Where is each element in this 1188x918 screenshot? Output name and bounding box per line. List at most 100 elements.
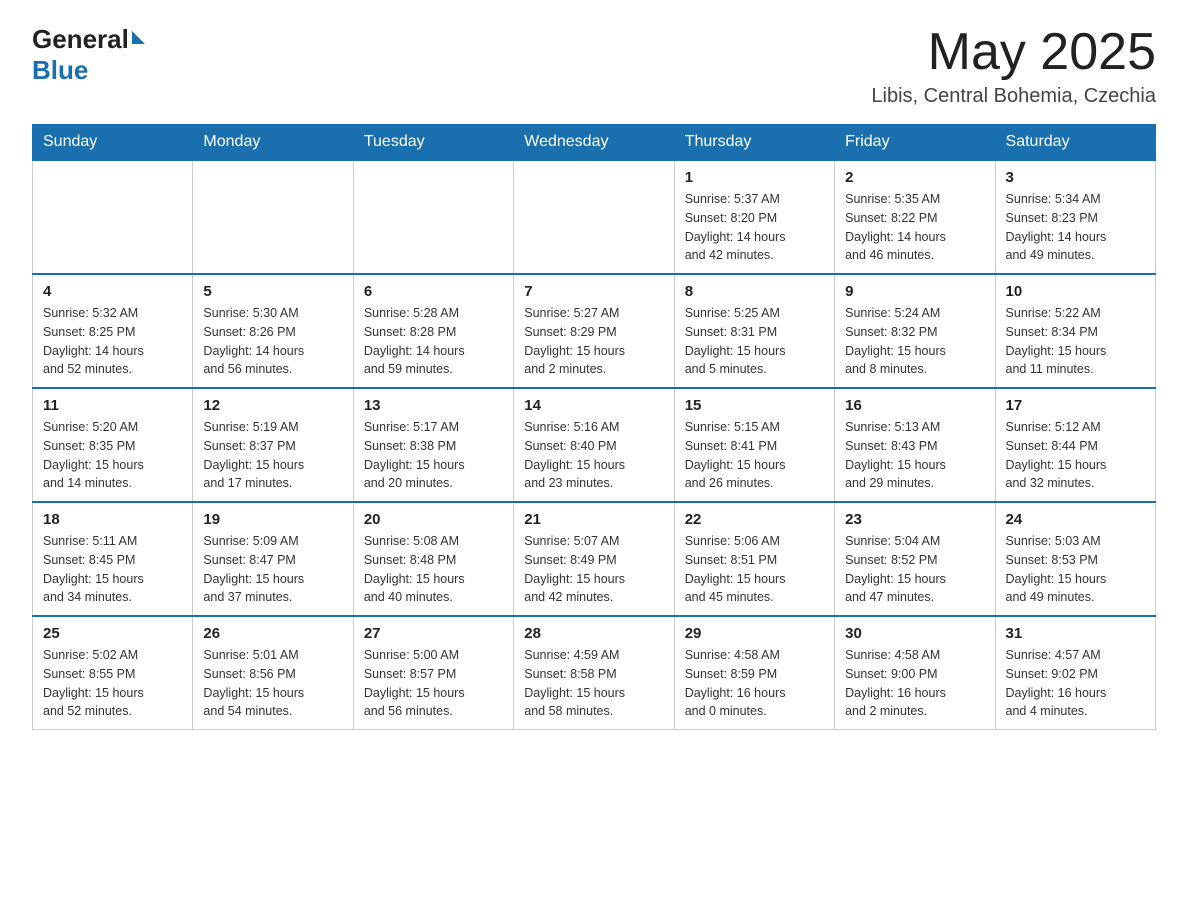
sun-info: Sunrise: 5:20 AM Sunset: 8:35 PM Dayligh… (43, 418, 182, 493)
calendar-day-cell: 2 Sunrise: 5:35 AM Sunset: 8:22 PM Daylig… (835, 160, 995, 274)
logo-general-text: General (32, 24, 129, 55)
location-text: Libis, Central Bohemia, Czechia (871, 85, 1156, 108)
calendar-day-cell: 13 Sunrise: 5:17 AM Sunset: 8:38 PM Dayli… (353, 388, 513, 502)
calendar-week-row: 4 Sunrise: 5:32 AM Sunset: 8:25 PM Daylig… (33, 274, 1156, 388)
day-number: 27 (364, 625, 503, 642)
day-number: 28 (524, 625, 663, 642)
day-number: 23 (845, 511, 984, 528)
calendar-day-cell: 26Sunrise: 5:01 AM Sunset: 8:56 PM Dayli… (193, 616, 353, 730)
sun-info: Sunrise: 5:34 AM Sunset: 8:23 PM Dayligh… (1006, 190, 1145, 265)
calendar-day-cell: 25 Sunrise: 5:02 AM Sunset: 8:55 PM Dayli… (33, 616, 193, 730)
sun-info: Sunrise: 5:16 AM Sunset: 8:40 PM Dayligh… (524, 418, 663, 493)
day-number: 10 (1006, 283, 1145, 300)
day-header-tuesday: Tuesday (353, 125, 513, 161)
calendar-day-cell: 8 Sunrise: 5:25 AM Sunset: 8:31 PM Daylig… (674, 274, 834, 388)
calendar-day-cell (353, 160, 513, 274)
sun-info: Sunrise: 5:30 AM Sunset: 8:26 PM Dayligh… (203, 304, 342, 379)
day-number: 12 (203, 397, 342, 414)
day-number: 8 (685, 283, 824, 300)
sun-info: Sunrise: 5:25 AM Sunset: 8:31 PM Dayligh… (685, 304, 824, 379)
day-header-friday: Friday (835, 125, 995, 161)
calendar-day-cell: 29 Sunrise: 4:58 AM Sunset: 8:59 PM Dayli… (674, 616, 834, 730)
calendar-day-cell: 7 Sunrise: 5:27 AM Sunset: 8:29 PM Daylig… (514, 274, 674, 388)
sun-info: Sunrise: 4:57 AM Sunset: 9:02 PM Dayligh… (1006, 646, 1145, 721)
day-number: 1 (685, 169, 824, 186)
sun-info: Sunrise: 5:15 AM Sunset: 8:41 PM Dayligh… (685, 418, 824, 493)
calendar-header-row: SundayMondayTuesdayWednesdayThursdayFrid… (33, 125, 1156, 161)
day-number: 20 (364, 511, 503, 528)
sun-info: Sunrise: 5:37 AM Sunset: 8:20 PM Dayligh… (685, 190, 824, 265)
month-title: May 2025 (871, 24, 1156, 81)
day-number: 7 (524, 283, 663, 300)
day-number: 3 (1006, 169, 1145, 186)
calendar-day-cell: 28 Sunrise: 4:59 AM Sunset: 8:58 PM Dayli… (514, 616, 674, 730)
calendar-week-row: 25 Sunrise: 5:02 AM Sunset: 8:55 PM Dayli… (33, 616, 1156, 730)
calendar-day-cell (514, 160, 674, 274)
day-number: 9 (845, 283, 984, 300)
sun-info: Sunrise: 5:35 AM Sunset: 8:22 PM Dayligh… (845, 190, 984, 265)
day-number: 15 (685, 397, 824, 414)
sun-info: Sunrise: 5:09 AM Sunset: 8:47 PM Dayligh… (203, 532, 342, 607)
day-number: 22 (685, 511, 824, 528)
calendar-day-cell: 23 Sunrise: 5:04 AM Sunset: 8:52 PM Dayli… (835, 502, 995, 616)
sun-info: Sunrise: 5:12 AM Sunset: 8:44 PM Dayligh… (1006, 418, 1145, 493)
day-number: 2 (845, 169, 984, 186)
calendar-day-cell: 22 Sunrise: 5:06 AM Sunset: 8:51 PM Dayli… (674, 502, 834, 616)
day-number: 30 (845, 625, 984, 642)
calendar-day-cell: 20 Sunrise: 5:08 AM Sunset: 8:48 PM Dayli… (353, 502, 513, 616)
day-number: 24 (1006, 511, 1145, 528)
day-header-wednesday: Wednesday (514, 125, 674, 161)
sun-info: Sunrise: 5:00 AM Sunset: 8:57 PM Dayligh… (364, 646, 503, 721)
calendar-day-cell (33, 160, 193, 274)
calendar-week-row: 11Sunrise: 5:20 AM Sunset: 8:35 PM Dayli… (33, 388, 1156, 502)
calendar-day-cell: 21Sunrise: 5:07 AM Sunset: 8:49 PM Dayli… (514, 502, 674, 616)
day-number: 13 (364, 397, 503, 414)
calendar-day-cell: 24Sunrise: 5:03 AM Sunset: 8:53 PM Dayli… (995, 502, 1155, 616)
calendar-week-row: 1 Sunrise: 5:37 AM Sunset: 8:20 PM Daylig… (33, 160, 1156, 274)
calendar-day-cell: 19 Sunrise: 5:09 AM Sunset: 8:47 PM Dayli… (193, 502, 353, 616)
calendar-day-cell: 31 Sunrise: 4:57 AM Sunset: 9:02 PM Dayli… (995, 616, 1155, 730)
calendar-day-cell: 4 Sunrise: 5:32 AM Sunset: 8:25 PM Daylig… (33, 274, 193, 388)
calendar-day-cell: 11Sunrise: 5:20 AM Sunset: 8:35 PM Dayli… (33, 388, 193, 502)
calendar-day-cell: 5Sunrise: 5:30 AM Sunset: 8:26 PM Daylig… (193, 274, 353, 388)
sun-info: Sunrise: 4:59 AM Sunset: 8:58 PM Dayligh… (524, 646, 663, 721)
sun-info: Sunrise: 5:06 AM Sunset: 8:51 PM Dayligh… (685, 532, 824, 607)
sun-info: Sunrise: 5:17 AM Sunset: 8:38 PM Dayligh… (364, 418, 503, 493)
sun-info: Sunrise: 5:04 AM Sunset: 8:52 PM Dayligh… (845, 532, 984, 607)
day-number: 4 (43, 283, 182, 300)
day-number: 19 (203, 511, 342, 528)
day-number: 25 (43, 625, 182, 642)
day-number: 31 (1006, 625, 1145, 642)
day-header-monday: Monday (193, 125, 353, 161)
calendar-day-cell: 17 Sunrise: 5:12 AM Sunset: 8:44 PM Dayli… (995, 388, 1155, 502)
calendar-day-cell: 14 Sunrise: 5:16 AM Sunset: 8:40 PM Dayli… (514, 388, 674, 502)
calendar-day-cell: 15 Sunrise: 5:15 AM Sunset: 8:41 PM Dayli… (674, 388, 834, 502)
title-block: May 2025 Libis, Central Bohemia, Czechia (871, 24, 1156, 108)
day-number: 26 (203, 625, 342, 642)
sun-info: Sunrise: 4:58 AM Sunset: 8:59 PM Dayligh… (685, 646, 824, 721)
sun-info: Sunrise: 5:27 AM Sunset: 8:29 PM Dayligh… (524, 304, 663, 379)
sun-info: Sunrise: 5:02 AM Sunset: 8:55 PM Dayligh… (43, 646, 182, 721)
calendar-day-cell: 18 Sunrise: 5:11 AM Sunset: 8:45 PM Dayli… (33, 502, 193, 616)
page-header: General Blue May 2025 Libis, Central Boh… (32, 24, 1156, 108)
logo-arrow-icon (132, 31, 145, 44)
sun-info: Sunrise: 5:08 AM Sunset: 8:48 PM Dayligh… (364, 532, 503, 607)
calendar-day-cell: 9Sunrise: 5:24 AM Sunset: 8:32 PM Daylig… (835, 274, 995, 388)
day-number: 14 (524, 397, 663, 414)
calendar-day-cell: 6Sunrise: 5:28 AM Sunset: 8:28 PM Daylig… (353, 274, 513, 388)
sun-info: Sunrise: 5:28 AM Sunset: 8:28 PM Dayligh… (364, 304, 503, 379)
calendar-week-row: 18 Sunrise: 5:11 AM Sunset: 8:45 PM Dayli… (33, 502, 1156, 616)
calendar-day-cell: 1 Sunrise: 5:37 AM Sunset: 8:20 PM Daylig… (674, 160, 834, 274)
calendar-day-cell: 30Sunrise: 4:58 AM Sunset: 9:00 PM Dayli… (835, 616, 995, 730)
sun-info: Sunrise: 5:11 AM Sunset: 8:45 PM Dayligh… (43, 532, 182, 607)
day-number: 18 (43, 511, 182, 528)
day-number: 17 (1006, 397, 1145, 414)
day-header-thursday: Thursday (674, 125, 834, 161)
calendar-day-cell (193, 160, 353, 274)
day-header-saturday: Saturday (995, 125, 1155, 161)
day-number: 16 (845, 397, 984, 414)
sun-info: Sunrise: 5:32 AM Sunset: 8:25 PM Dayligh… (43, 304, 182, 379)
calendar-table: SundayMondayTuesdayWednesdayThursdayFrid… (32, 124, 1156, 730)
day-number: 29 (685, 625, 824, 642)
sun-info: Sunrise: 5:07 AM Sunset: 8:49 PM Dayligh… (524, 532, 663, 607)
